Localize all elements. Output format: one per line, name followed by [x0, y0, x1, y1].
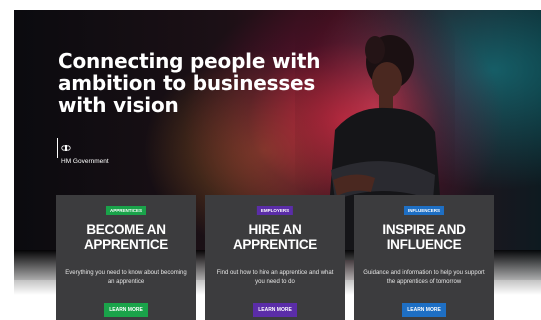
hero-headline: Connecting people with ambition to busin…	[58, 49, 321, 117]
card-description: Find out how to hire an apprentice and w…	[216, 270, 334, 285]
card-badge: INFLUENCERS	[403, 206, 445, 215]
learn-more-button[interactable]: LEARN MORE	[253, 303, 297, 317]
card-description: Everything you need to know about becomi…	[65, 270, 187, 285]
card-employers: EMPLOYERS HIRE AN APPRENTICE Find out ho…	[205, 195, 345, 320]
card-title: BECOME AN APPRENTICE	[83, 222, 168, 252]
card-apprentices: APPRENTICES BECOME AN APPRENTICE Everyth…	[56, 195, 196, 320]
card-title: INSPIRE AND INFLUENCE	[382, 222, 466, 252]
card-title: HIRE AN APPRENTICE	[232, 222, 317, 252]
learn-more-button[interactable]: LEARN MORE	[104, 303, 148, 317]
hm-government-logo: HM Government	[57, 138, 109, 165]
royal-crest-icon	[61, 145, 71, 151]
learn-more-button[interactable]: LEARN MORE	[402, 303, 446, 317]
gov-logo-text: HM Government	[61, 158, 109, 165]
logo-divider	[57, 138, 58, 158]
card-influencers: INFLUENCERS INSPIRE AND INFLUENCE Guidan…	[354, 195, 494, 320]
card-badge: EMPLOYERS	[256, 206, 294, 215]
card-description: Guidance and information to help you sup…	[363, 270, 485, 285]
card-badge: APPRENTICES	[105, 206, 147, 215]
